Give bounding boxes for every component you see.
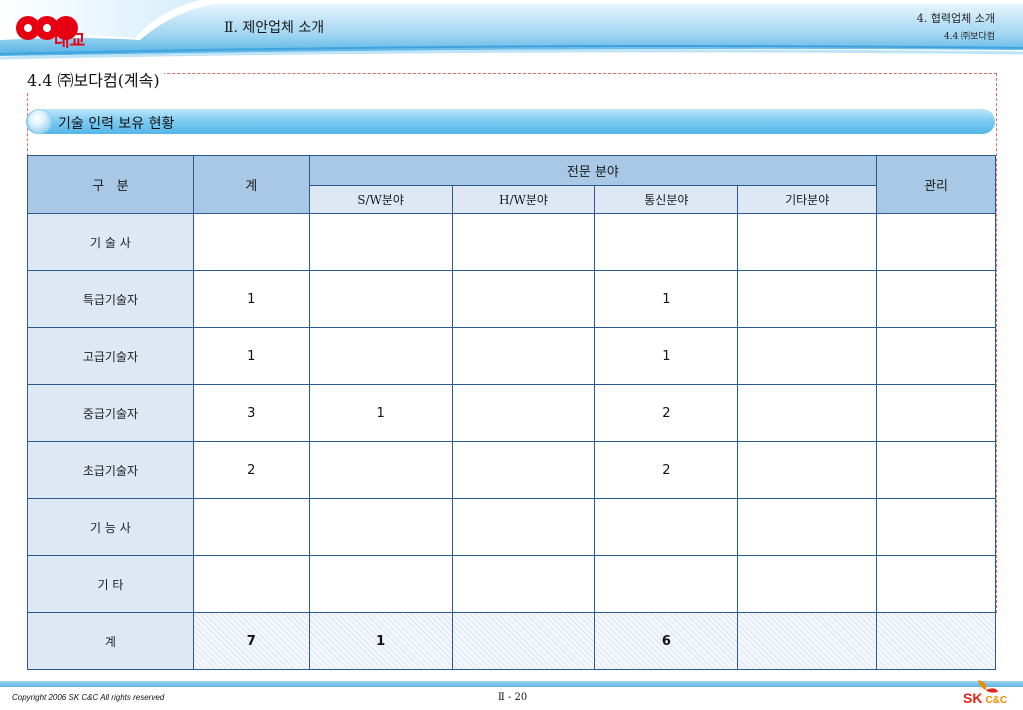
section-label: 기술 인력 보유 현황	[58, 116, 175, 132]
header-comm: 통신분야	[594, 185, 739, 214]
row-label: 초급기술자	[27, 441, 194, 499]
table-row: 기 술 사	[27, 213, 996, 271]
cell-mgmt	[876, 612, 996, 670]
cell-sw	[308, 498, 453, 556]
cell-sw	[308, 441, 453, 499]
daekyo-logo: 대교	[14, 6, 104, 52]
cell-total: 1	[192, 327, 310, 385]
cell-comm: 1	[594, 327, 739, 385]
cell-total	[192, 498, 310, 556]
cell-mgmt	[876, 441, 996, 499]
row-label: 중급기술자	[27, 384, 194, 442]
header-category: 구 분	[27, 155, 194, 214]
section-bar: 기술 인력 보유 현황	[26, 109, 995, 134]
cell-etc	[737, 441, 878, 499]
cell-mgmt	[876, 498, 996, 556]
row-label: 기 술 사	[27, 213, 194, 271]
header-sw: S/W분야	[308, 185, 453, 214]
cell-sw: 1	[308, 384, 453, 442]
cell-total	[192, 555, 310, 613]
content-frame-top	[27, 73, 997, 74]
table-row: 초급기술자 2 2	[27, 441, 996, 499]
table-total-row: 계 7 1 6	[27, 612, 996, 670]
table-row: 기 능 사	[27, 498, 996, 556]
header-banner: 대교 Ⅱ. 제안업체 소개 4. 협력업체 소개 4.4 ㈜보다컴	[0, 0, 1023, 62]
row-label: 기 능 사	[27, 498, 194, 556]
content-frame-right	[996, 73, 997, 613]
header-wave-graphic	[0, 0, 1023, 62]
page-number: Ⅱ - 20	[498, 692, 528, 703]
svg-text:대교: 대교	[54, 31, 86, 51]
cell-total: 7	[192, 612, 310, 670]
table-header-row: 구 분 계 전문 분야 관리	[27, 155, 996, 214]
cell-mgmt	[876, 327, 996, 385]
brand-sk-text: SK	[963, 690, 983, 706]
cell-etc	[737, 270, 878, 328]
header-management: 관리	[876, 155, 996, 214]
cell-comm	[594, 213, 739, 271]
section-path: 4. 협력업체 소개	[916, 12, 995, 25]
cell-comm	[594, 498, 739, 556]
cell-total: 1	[192, 270, 310, 328]
row-label: 특급기술자	[27, 270, 194, 328]
header-etc: 기타분야	[737, 185, 878, 214]
cell-etc	[737, 498, 878, 556]
header-hw: H/W분야	[451, 185, 596, 214]
cell-mgmt	[876, 270, 996, 328]
cell-hw	[451, 384, 596, 442]
table-row: 중급기술자 3 1 2	[27, 384, 996, 442]
cell-total	[192, 213, 310, 271]
cell-sw	[308, 213, 453, 271]
header-total: 계	[192, 155, 310, 214]
cell-hw	[451, 612, 596, 670]
cell-hw	[451, 555, 596, 613]
page-title: 4.4 ㈜보다컴(계속)	[27, 67, 164, 91]
bullet-icon	[28, 110, 51, 133]
subsection-path: 4.4 ㈜보다컴	[943, 32, 995, 42]
table-row: 고급기술자 1 1	[27, 327, 996, 385]
staff-table: 구 분 계 전문 분야 관리 S/W분야 H/W분야 통신분야 기타분야 기 술…	[27, 155, 996, 670]
cell-etc	[737, 384, 878, 442]
cell-hw	[451, 270, 596, 328]
cell-etc	[737, 612, 878, 670]
cell-comm: 1	[594, 270, 739, 328]
cell-hw	[451, 213, 596, 271]
table-row: 기 타	[27, 555, 996, 613]
cell-hw	[451, 441, 596, 499]
copyright-text: Copyright 2006 SK C&C All rights reserve…	[12, 693, 165, 702]
row-label: 고급기술자	[27, 327, 194, 385]
cell-etc	[737, 555, 878, 613]
row-label: 계	[27, 612, 194, 670]
cell-comm: 2	[594, 441, 739, 499]
cell-total: 3	[192, 384, 310, 442]
cell-sw	[308, 555, 453, 613]
cell-mgmt	[876, 555, 996, 613]
cell-comm	[594, 555, 739, 613]
chapter-title: Ⅱ. 제안업체 소개	[224, 20, 325, 36]
cell-mgmt	[876, 213, 996, 271]
footer-band	[0, 681, 1023, 687]
cell-comm: 2	[594, 384, 739, 442]
cell-sw	[308, 327, 453, 385]
cell-hw	[451, 498, 596, 556]
row-label: 기 타	[27, 555, 194, 613]
table-row: 특급기술자 1 1	[27, 270, 996, 328]
cell-sw: 1	[308, 612, 453, 670]
cell-hw	[451, 327, 596, 385]
cell-total: 2	[192, 441, 310, 499]
cell-etc	[737, 327, 878, 385]
cell-sw	[308, 270, 453, 328]
cell-comm: 6	[594, 612, 739, 670]
sk-brand: SK C&C	[963, 690, 1007, 706]
header-specialty: 전문 분야	[308, 155, 878, 186]
brand-cc-text: C&C	[985, 695, 1008, 706]
cell-etc	[737, 213, 878, 271]
cell-mgmt	[876, 384, 996, 442]
